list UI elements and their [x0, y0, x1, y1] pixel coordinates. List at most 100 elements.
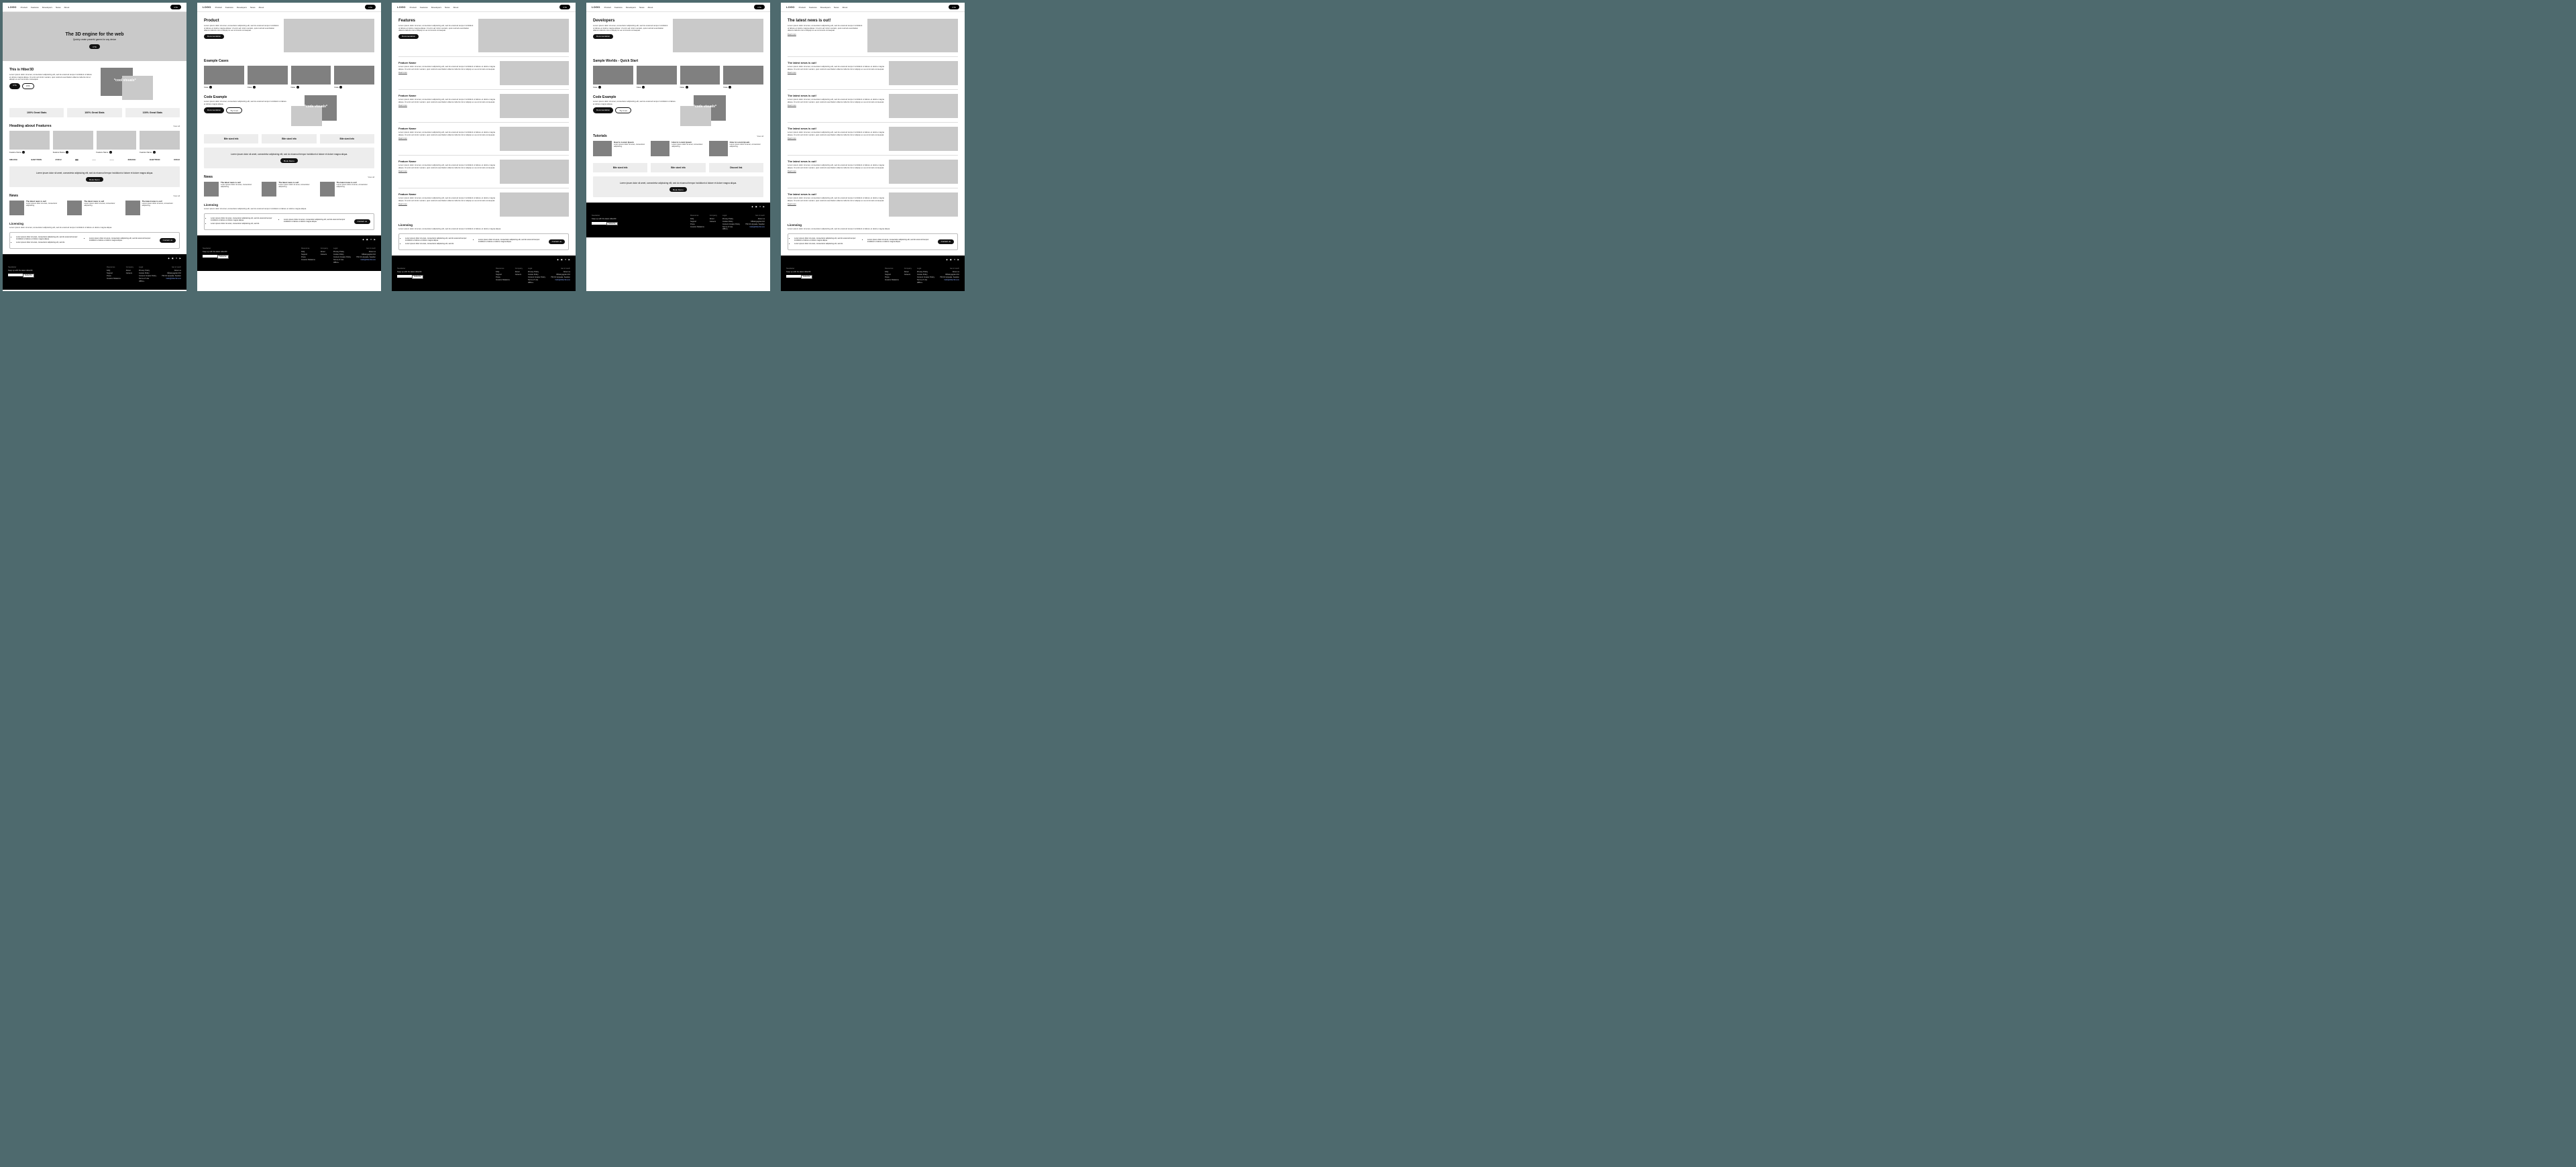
book-demo-button[interactable]: Book Demo: [86, 177, 103, 182]
x-icon[interactable]: ✕: [759, 205, 761, 208]
subscribe-button[interactable]: Subscribe: [801, 275, 812, 279]
contact-us-button[interactable]: Contact us: [549, 239, 565, 244]
feature-card[interactable]: Feature Name→: [97, 131, 137, 154]
newsletter-input[interactable]: [592, 222, 606, 225]
header-cta[interactable]: CTA: [559, 5, 570, 9]
newsletter-input[interactable]: [397, 275, 412, 278]
logo[interactable]: LOGO: [592, 5, 600, 9]
instagram-icon[interactable]: ▣: [172, 257, 174, 260]
feature-card[interactable]: Feature Name→: [9, 131, 50, 154]
case-card[interactable]: Case→: [593, 66, 633, 89]
logo[interactable]: LOGO: [397, 5, 406, 9]
header-cta[interactable]: CTA: [949, 5, 959, 9]
instagram-icon[interactable]: ▣: [561, 258, 563, 261]
view-all-link[interactable]: View all: [173, 125, 180, 127]
read-more-link[interactable]: Read more: [398, 170, 407, 172]
logo[interactable]: LOGO: [203, 5, 211, 9]
subscribe-button[interactable]: Subscribe: [412, 275, 423, 279]
view-all-link[interactable]: View all: [368, 176, 374, 178]
read-more-link[interactable]: Read more: [788, 34, 796, 36]
book-demo-button[interactable]: Book Demo: [280, 158, 298, 163]
instagram-icon[interactable]: ▣: [366, 238, 368, 241]
news-card[interactable]: The latest news is out!Lorem ipsum dolor…: [67, 201, 121, 215]
newsletter-input[interactable]: [786, 275, 801, 278]
x-icon[interactable]: ✕: [370, 238, 372, 241]
discord-icon[interactable]: ◆: [168, 257, 169, 260]
tutorial-card[interactable]: How to Lorem IpsumLorem ipsum dolor sit …: [651, 141, 705, 156]
logo[interactable]: LOGO: [786, 5, 795, 9]
tutorial-card[interactable]: How to Lorem IpsumLorem ipsum dolor sit …: [593, 141, 647, 156]
youtube-icon[interactable]: ▶: [374, 238, 376, 241]
subscribe-button[interactable]: Subscribe: [606, 222, 618, 226]
feature-card[interactable]: Feature Name→: [140, 131, 180, 154]
view-all-link[interactable]: View all: [173, 194, 180, 197]
nav-developers[interactable]: Developers: [42, 6, 52, 9]
hiber-cta1[interactable]: CTA: [9, 83, 20, 89]
x-icon[interactable]: ✕: [565, 258, 567, 261]
header-cta[interactable]: CTA: [754, 5, 765, 9]
documentation-button[interactable]: Documentation: [398, 34, 419, 39]
nav-news[interactable]: News: [56, 6, 61, 9]
read-more-link[interactable]: Read more: [398, 137, 407, 140]
documentation-button[interactable]: Documentation: [593, 34, 613, 39]
contact-us-button[interactable]: Contact us: [160, 238, 176, 243]
contact-us-button[interactable]: Contact us: [938, 239, 954, 244]
youtube-icon[interactable]: ▶: [180, 257, 181, 260]
try-it-button[interactable]: Try it out: [615, 107, 631, 113]
x-icon[interactable]: ✕: [954, 258, 956, 261]
youtube-icon[interactable]: ▶: [569, 258, 570, 261]
news-card[interactable]: The latest news is out!Lorem ipsum dolor…: [9, 201, 64, 215]
case-card[interactable]: Case→: [637, 66, 677, 89]
x-icon[interactable]: ✕: [176, 257, 178, 260]
instagram-icon[interactable]: ▣: [755, 205, 757, 208]
subscribe-button[interactable]: Subscribe: [217, 255, 229, 259]
case-card[interactable]: Case→: [680, 66, 720, 89]
news-card[interactable]: The latest news is out!Lorem ipsum dolor…: [262, 182, 316, 197]
read-more-link[interactable]: Read more: [788, 72, 796, 74]
read-more-link[interactable]: Read more: [788, 105, 796, 107]
case-card[interactable]: Case→: [334, 66, 374, 89]
read-more-link[interactable]: Read more: [398, 105, 407, 107]
case-card[interactable]: Case→: [248, 66, 288, 89]
feature-card[interactable]: Feature Name→: [53, 131, 93, 154]
nav-features[interactable]: Features: [31, 6, 39, 9]
header-cta[interactable]: CTA: [365, 5, 376, 9]
discord-link[interactable]: Discord link: [709, 163, 763, 172]
try-it-button[interactable]: Try it out: [226, 107, 242, 113]
documentation-button[interactable]: Documentation: [204, 34, 224, 39]
read-more-link[interactable]: Read more: [788, 203, 796, 205]
subscribe-button[interactable]: Subscribe: [23, 274, 34, 278]
discord-icon[interactable]: ◆: [751, 205, 753, 208]
hiber-cta2[interactable]: CTA: [22, 83, 34, 89]
documentation-button[interactable]: Documentation: [204, 107, 224, 113]
newsletter-input[interactable]: [203, 255, 217, 258]
case-card[interactable]: Case→: [723, 66, 763, 89]
contact-us-button[interactable]: Contact us: [354, 219, 370, 224]
youtube-icon[interactable]: ▶: [958, 258, 959, 261]
read-more-link[interactable]: Read more: [398, 203, 407, 205]
case-card[interactable]: Case→: [204, 66, 244, 89]
nav-product[interactable]: Product: [21, 6, 28, 9]
documentation-button[interactable]: Documentation: [593, 107, 613, 113]
tutorial-card[interactable]: How to Lorem IpsumLorem ipsum dolor sit …: [709, 141, 763, 156]
logo[interactable]: LOGO: [8, 5, 17, 9]
news-card[interactable]: The latest news is out!Lorem ipsum dolor…: [125, 201, 180, 215]
read-more-link[interactable]: Read more: [788, 137, 796, 140]
instagram-icon[interactable]: ▣: [950, 258, 952, 261]
nav-about[interactable]: About: [64, 6, 69, 9]
discord-icon[interactable]: ◆: [557, 258, 558, 261]
feature-image: [500, 61, 569, 85]
discord-icon[interactable]: ◆: [362, 238, 364, 241]
hero-cta[interactable]: CTA: [89, 44, 100, 49]
newsletter-input[interactable]: [8, 274, 23, 276]
read-more-link[interactable]: Read more: [788, 170, 796, 172]
book-demo-button[interactable]: Book Demo: [669, 187, 687, 192]
news-card[interactable]: The latest news is out!Lorem ipsum dolor…: [320, 182, 374, 197]
discord-icon[interactable]: ◆: [946, 258, 947, 261]
news-card[interactable]: The latest news is out!Lorem ipsum dolor…: [204, 182, 258, 197]
case-card[interactable]: Case→: [291, 66, 331, 89]
youtube-icon[interactable]: ▶: [763, 205, 765, 208]
view-all-link[interactable]: View all: [757, 135, 763, 137]
header-cta[interactable]: CTA: [170, 5, 181, 9]
read-more-link[interactable]: Read more: [398, 72, 407, 74]
